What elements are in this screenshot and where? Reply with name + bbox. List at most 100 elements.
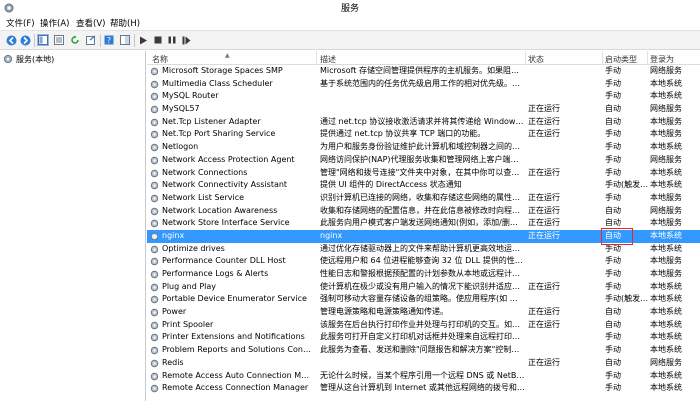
service-row[interactable]: Printer Extensions and Notifications 此服务可… <box>147 331 700 344</box>
console-tree-icon[interactable] <box>37 34 49 46</box>
column-divider[interactable] <box>647 51 648 65</box>
service-row[interactable]: Net.Tcp Port Sharing Service 提供通过 net.tcp… <box>147 128 700 141</box>
service-status: 正在运行 <box>528 205 560 215</box>
show-hide-icon[interactable] <box>119 34 131 46</box>
service-startup-type: 手动 <box>605 142 621 152</box>
column-header-log-on-as[interactable]: 登录为 <box>650 54 674 65</box>
service-gear-icon <box>150 308 159 317</box>
service-name: Multimedia Class Scheduler <box>162 78 273 88</box>
column-divider[interactable] <box>602 51 603 65</box>
tree-item-services-local[interactable]: 服务(本地) <box>3 53 54 65</box>
service-row[interactable]: Network Location Awareness 收集和存储网络的配置信息，并… <box>147 205 700 218</box>
service-row[interactable]: Network Connectivity Assistant 提供 UI 组件的 … <box>147 179 700 192</box>
column-header-description[interactable]: 描述 <box>320 54 336 65</box>
service-name: Performance Logs & Alerts <box>162 269 269 278</box>
service-gear-icon <box>150 207 159 215</box>
service-row[interactable]: Redis 正在运行 自动 网络服务 <box>147 357 700 370</box>
service-startup-type: 自动 <box>605 319 621 329</box>
service-status: 正在运行 <box>528 281 560 291</box>
service-status: 正在运行 <box>528 357 560 367</box>
service-description: 提供通过 net.tcp 协议共享 TCP 端口的功能。 <box>320 129 486 139</box>
column-header-status[interactable]: 状态 <box>528 54 544 65</box>
service-log-on-as: 本地系统 <box>650 230 682 240</box>
service-startup-type: 手动 <box>605 383 621 393</box>
service-status: 正在运行 <box>528 218 560 228</box>
properties-icon[interactable] <box>53 34 65 46</box>
service-row[interactable]: Power 管理电源策略和电源策略通知传递。 正在运行 自动 本地系统 <box>147 306 700 319</box>
service-row[interactable]: Microsoft Storage Spaces SMP Microsoft 存储… <box>147 65 700 78</box>
service-startup-type: 手动 <box>605 66 621 75</box>
service-startup-type: 手动(触发… <box>605 294 649 304</box>
column-divider[interactable] <box>525 51 526 65</box>
help-icon[interactable]: ? <box>103 34 115 46</box>
service-row[interactable]: Network List Service 识别计算机已连接的网络，收集和存储这些网… <box>147 192 700 205</box>
service-gear-icon <box>150 143 159 152</box>
stop-icon[interactable] <box>152 34 164 46</box>
service-row[interactable]: Network Connections 管理"网络和拨号连接"文件夹中对象，在其中… <box>147 167 700 180</box>
export-icon[interactable] <box>85 34 97 46</box>
menu-action[interactable]: 操作(A) <box>40 17 69 29</box>
service-row[interactable]: Portable Device Enumerator Service 强制可移动大… <box>147 293 700 306</box>
service-row[interactable]: MySQL57 正在运行 自动 网络服务 <box>147 103 700 116</box>
service-description: 管理从这台计算机到 Internet 或其他远程网络的拨号和虚… <box>320 383 525 393</box>
service-name: nginx <box>162 230 185 240</box>
service-description: 提供 UI 组件的 DirectAccess 状态通知 <box>320 180 462 190</box>
service-log-on-as: 本地服务 <box>650 129 682 139</box>
service-row[interactable]: Remote Access Connection Manager 管理从这台计算机… <box>147 382 700 395</box>
service-row[interactable]: Network Access Protection Agent 网络访问保护(NA… <box>147 154 700 167</box>
service-description: 识别计算机已连接的网络，收集和存储这些网络的属性，并… <box>320 192 525 202</box>
service-gear-icon <box>150 258 159 266</box>
restart-icon[interactable] <box>180 34 192 46</box>
toolbar-separator <box>34 34 35 47</box>
service-log-on-as: 本地系统 <box>650 91 682 101</box>
service-gear-icon <box>150 296 159 304</box>
column-header-startup-type[interactable]: 启动类型 <box>605 54 637 65</box>
service-row[interactable]: Multimedia Class Scheduler 基于系统范围内的任务优先级启… <box>147 78 700 91</box>
service-gear-icon <box>150 67 159 76</box>
pause-icon[interactable] <box>166 34 178 46</box>
menu-view[interactable]: 查看(V) <box>76 17 105 29</box>
column-header-name[interactable]: 名称 <box>152 54 168 65</box>
service-startup-type: 自动 <box>605 307 621 317</box>
service-status: 正在运行 <box>528 230 560 240</box>
service-row[interactable]: Remote Access Auto Connection Manager 无论什… <box>147 370 700 383</box>
service-row[interactable]: Print Spooler 该服务在后台执行打印作业并处理与打印机的交互。如果关…… <box>147 319 700 332</box>
services-gear-icon <box>3 54 13 64</box>
service-row[interactable]: Problem Reports and Solutions Control P…… <box>147 344 700 357</box>
service-row[interactable]: Net.Tcp Listener Adapter 通过 net.tcp 协议接收激… <box>147 116 700 129</box>
service-name: Portable Device Enumerator Service <box>162 294 307 304</box>
service-gear-icon <box>150 169 159 177</box>
service-status: 正在运行 <box>528 307 560 317</box>
menu-help[interactable]: 帮助(H) <box>110 17 140 29</box>
service-description: 通过 net.tcp 协议接收激活请求并将其传递给 Windows 进… <box>320 116 525 126</box>
service-row[interactable]: Netlogon 为用户和服务身份验证维护此计算机和域控制器之间的安全… 手动 本地系… <box>147 141 700 154</box>
service-gear-icon <box>150 283 159 291</box>
back-arrow-icon[interactable] <box>5 34 17 46</box>
service-startup-type: 手动 <box>605 370 621 380</box>
toolbar-separator <box>134 34 135 47</box>
service-gear-icon <box>150 220 159 228</box>
service-log-on-as: 本地系统 <box>650 142 682 152</box>
service-startup-type: 自动 <box>605 104 621 114</box>
svg-text:?: ? <box>107 36 111 45</box>
service-row[interactable]: Performance Counter DLL Host 使远程用户和 64 位进… <box>147 255 700 268</box>
service-status: 正在运行 <box>528 129 560 139</box>
service-gear-icon <box>150 194 159 203</box>
service-description: 为用户和服务身份验证维护此计算机和域控制器之间的安全… <box>320 142 525 152</box>
service-startup-type: 自动 <box>605 205 621 215</box>
play-icon[interactable] <box>137 34 149 46</box>
service-description: 网络访问保护(NAP)代理服务收集和管理网络上客户端计算机… <box>320 154 525 164</box>
service-row[interactable]: Plug and Play 使计算机在极少或没有用户输入的情况下能识别并适应硬件…… <box>147 281 700 294</box>
service-description: 基于系统范围内的任务优先级启用工作的相对优先级。这主… <box>320 78 525 88</box>
menu-file[interactable]: 文件(F) <box>6 17 35 29</box>
refresh-icon[interactable] <box>69 34 81 46</box>
list-header: 名称 ▲ 描述 状态 启动类型 登录为 <box>147 51 700 65</box>
service-gear-icon <box>150 334 159 342</box>
service-row[interactable]: MySQL Router 手动 本地系统 <box>147 90 700 103</box>
service-row[interactable]: Performance Logs & Alerts 性能日志和警报根据预配置的计划… <box>147 268 700 281</box>
column-divider[interactable] <box>316 51 317 65</box>
forward-arrow-icon[interactable] <box>19 34 31 46</box>
service-gear-icon <box>150 372 159 380</box>
service-log-on-as: 网络服务 <box>650 357 682 367</box>
service-log-on-as: 本地系统 <box>650 180 682 190</box>
